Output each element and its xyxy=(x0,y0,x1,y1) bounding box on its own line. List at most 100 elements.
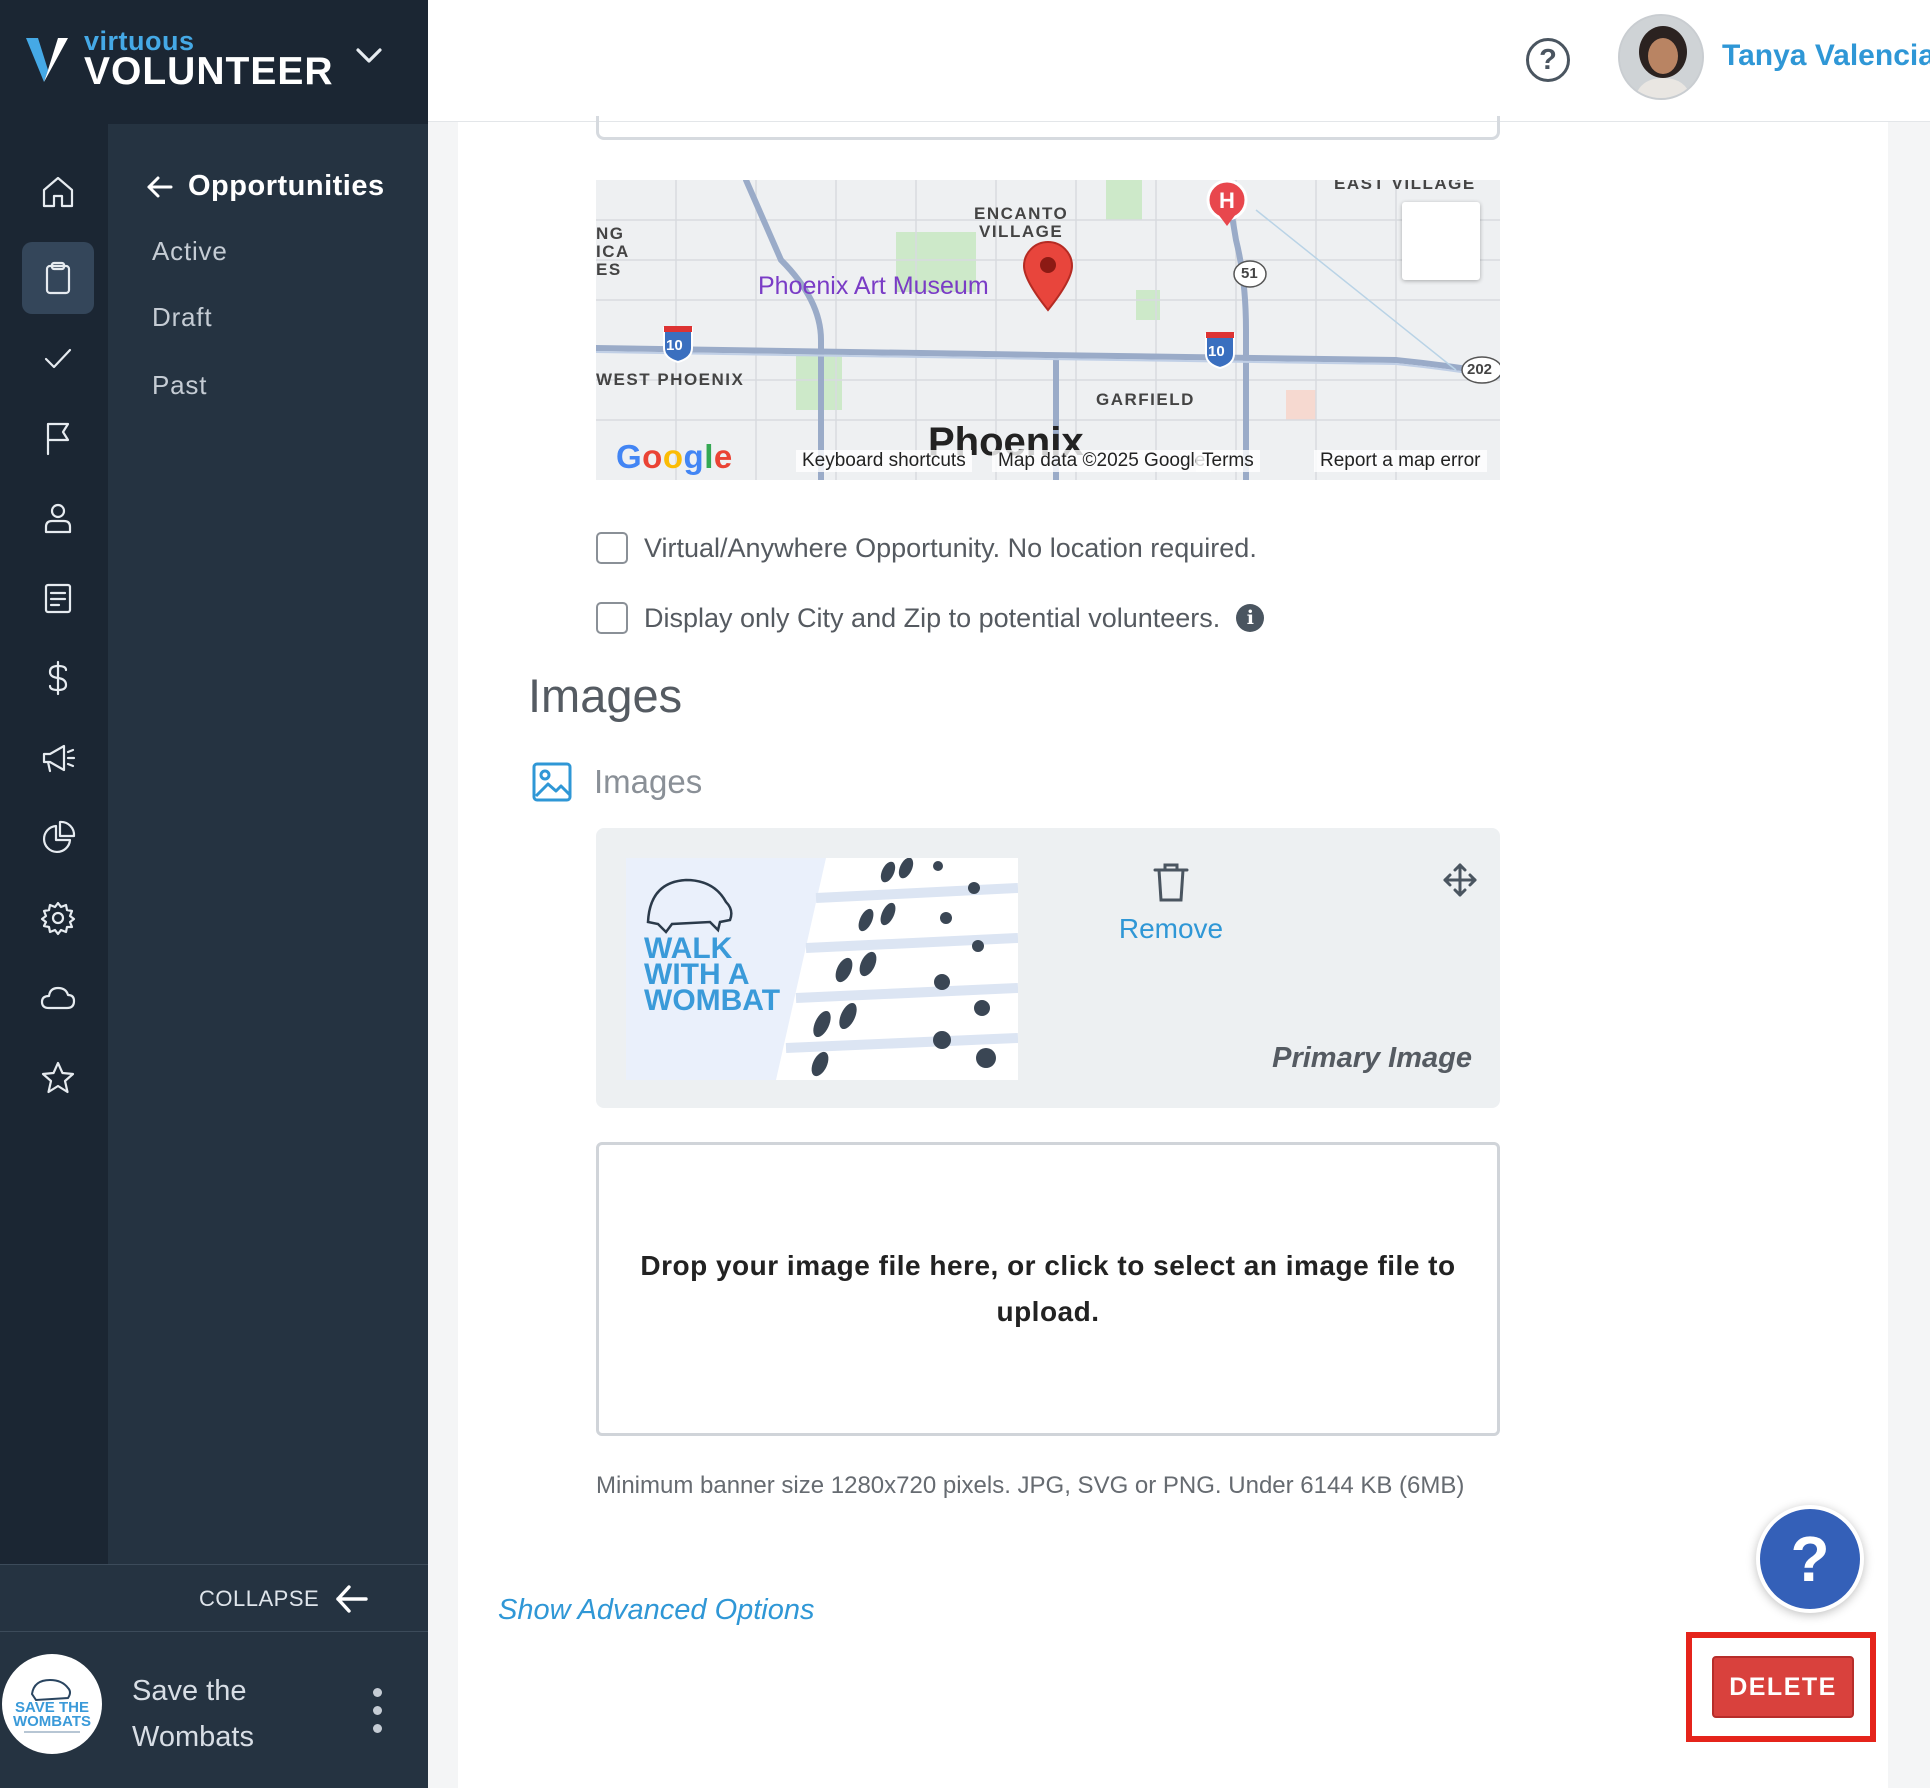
delete-button[interactable]: DELETE xyxy=(1712,1656,1854,1718)
dollar-icon xyxy=(48,660,68,696)
collapse-label: COLLAPSE xyxy=(199,1586,320,1611)
image-size-hint: Minimum banner size 1280x720 pixels. JPG… xyxy=(596,1472,1465,1499)
arrow-left-icon xyxy=(147,176,173,197)
check-icon xyxy=(44,348,72,369)
dropzone-text: Drop your image file here, or click to s… xyxy=(640,1250,1456,1327)
person-icon xyxy=(44,503,72,534)
collapse-button[interactable]: COLLAPSE xyxy=(0,1564,428,1632)
svg-text:WOMBATS: WOMBATS xyxy=(13,1713,91,1730)
virtuous-logo-icon xyxy=(26,38,68,82)
back-label: Opportunities xyxy=(188,170,385,202)
user-avatar[interactable] xyxy=(1618,14,1704,100)
sub-item-active[interactable]: Active xyxy=(152,236,228,267)
rail-home[interactable] xyxy=(22,156,94,228)
rail-settings[interactable] xyxy=(22,882,94,954)
main-content: H NG ICA ES ENCANTO VILLAGE EAST VILLAGE… xyxy=(458,116,1888,1788)
primary-image-label: Primary Image xyxy=(1272,1042,1472,1074)
image-card[interactable]: WALK WITH A WOMBAT Remove Primary Image xyxy=(596,828,1500,1108)
images-subheading: Images xyxy=(530,760,702,804)
wombat-logo-icon: SAVE THE WOMBATS xyxy=(13,1678,91,1733)
info-icon[interactable]: i xyxy=(1236,604,1265,632)
rail-check[interactable] xyxy=(22,322,94,394)
home-icon xyxy=(42,176,74,208)
svg-text:H: H xyxy=(1219,188,1235,213)
city-zip-checkbox[interactable] xyxy=(596,602,628,634)
location-map[interactable]: H NG ICA ES ENCANTO VILLAGE EAST VILLAGE… xyxy=(596,180,1500,480)
drag-move-icon[interactable] xyxy=(1442,862,1478,898)
star-icon xyxy=(41,1061,75,1094)
address-input-bottom[interactable] xyxy=(596,116,1500,140)
rail-people[interactable] xyxy=(22,482,94,554)
image-thumbnail[interactable]: WALK WITH A WOMBAT xyxy=(626,858,1018,1080)
sub-nav: Opportunities Active Draft Past xyxy=(108,124,428,1564)
city-zip-label: Display only City and Zip to potential v… xyxy=(644,602,1221,633)
pie-chart-icon xyxy=(43,820,76,853)
trash-icon xyxy=(1153,863,1189,902)
brand-big: VOLUNTEER xyxy=(84,50,334,93)
gear-icon xyxy=(40,901,76,936)
virtual-opportunity-row[interactable]: Virtual/Anywhere Opportunity. No locatio… xyxy=(596,532,1257,564)
map-label-ng: NG xyxy=(596,224,625,243)
back-to-opportunities[interactable]: Opportunities xyxy=(146,170,385,203)
image-dropzone[interactable]: Drop your image file here, or click to s… xyxy=(596,1142,1500,1436)
map-label-ica: ICA xyxy=(596,242,630,261)
chevron-down-icon[interactable] xyxy=(352,44,386,68)
show-advanced-options-link[interactable]: Show Advanced Options xyxy=(498,1594,815,1627)
shield-i10-a: 10 xyxy=(666,337,683,354)
sidebar: virtuous VOLUNTEER Opportunities Active … xyxy=(0,0,428,1788)
images-heading: Images xyxy=(528,669,683,722)
org-name: Save the Wombats xyxy=(132,1675,254,1753)
icon-rail xyxy=(0,124,108,1564)
rail-forms[interactable] xyxy=(22,562,94,634)
map-fullscreen-button[interactable] xyxy=(1402,202,1480,280)
megaphone-icon xyxy=(42,744,76,773)
virtual-label: Virtual/Anywhere Opportunity. No locatio… xyxy=(644,532,1257,563)
map-label-garfield: GARFIELD xyxy=(1096,390,1195,409)
map-label-village: VILLAGE xyxy=(979,222,1064,241)
form-icon xyxy=(44,583,72,614)
map-keyboard-shortcuts[interactable]: Keyboard shortcuts xyxy=(796,450,972,472)
map-poi-label[interactable]: Phoenix Art Museum xyxy=(758,272,989,301)
arrow-left-icon xyxy=(336,1585,368,1613)
sub-item-draft[interactable]: Draft xyxy=(152,302,212,333)
images-sub-label: Images xyxy=(594,763,703,800)
user-photo xyxy=(1620,16,1702,98)
thumbnail-art: WALK WITH A WOMBAT xyxy=(626,858,1018,1080)
brand-header[interactable]: virtuous VOLUNTEER xyxy=(0,0,428,124)
map-label-west-phoenix: WEST PHOENIX xyxy=(596,370,745,389)
fullscreen-icon xyxy=(1402,202,1500,480)
org-logo: SAVE THE WOMBATS xyxy=(2,1654,102,1754)
rail-cloud[interactable] xyxy=(22,962,94,1034)
rail-reports[interactable] xyxy=(22,802,94,874)
rail-opportunities[interactable] xyxy=(22,242,94,314)
remove-label: Remove xyxy=(1118,913,1224,944)
thumb-line-3: WOMBAT xyxy=(644,984,780,1017)
flag-icon xyxy=(46,422,70,456)
remove-image-button[interactable]: Remove xyxy=(1108,860,1234,945)
user-name[interactable]: Tanya Valencia xyxy=(1722,39,1930,73)
image-icon xyxy=(532,762,572,802)
rail-campaigns[interactable] xyxy=(22,722,94,794)
org-switcher[interactable]: SAVE THE WOMBATS Save the Wombats xyxy=(0,1632,428,1788)
shield-51: 51 xyxy=(1241,265,1258,282)
map-terms-link[interactable]: Terms xyxy=(1196,450,1260,472)
rail-favorites[interactable] xyxy=(22,1042,94,1114)
shield-i10-b: 10 xyxy=(1208,343,1225,360)
google-logo: Google xyxy=(616,438,733,475)
map-report-error-link[interactable]: Report a map error xyxy=(1314,450,1487,472)
top-bar: ? Tanya Valencia xyxy=(428,0,1930,122)
help-fab-button[interactable]: ? xyxy=(1756,1505,1864,1613)
cloud-icon xyxy=(40,986,76,1010)
rail-flag[interactable] xyxy=(22,402,94,474)
rail-donations[interactable] xyxy=(22,642,94,714)
clipboard-icon xyxy=(45,261,71,295)
virtual-checkbox[interactable] xyxy=(596,532,628,564)
map-label-es: ES xyxy=(596,260,622,279)
sub-item-past[interactable]: Past xyxy=(152,370,207,401)
map-data-credit: Map data ©2025 Google xyxy=(992,450,1212,472)
kebab-menu-icon[interactable] xyxy=(370,1688,384,1738)
map-label-east-village: EAST VILLAGE xyxy=(1334,180,1476,193)
map-label-encanto: ENCANTO xyxy=(974,204,1069,223)
help-icon[interactable]: ? xyxy=(1526,38,1570,82)
city-zip-row[interactable]: Display only City and Zip to potential v… xyxy=(596,602,1265,634)
